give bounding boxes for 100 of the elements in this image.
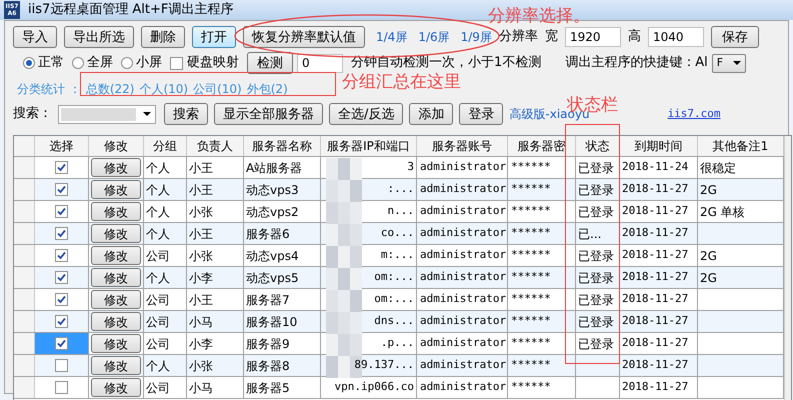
table-cell-text: ****** <box>511 247 551 264</box>
screen-split-link[interactable]: 1/9屏 <box>460 28 492 46</box>
table-cell: 小王 <box>187 157 244 178</box>
action-button[interactable]: 添加 <box>409 103 454 125</box>
table-cell: 服务器5 <box>244 377 321 398</box>
hotkey-label: 调出主程序的快捷键：Al <box>565 54 708 72</box>
screen-split-link[interactable]: 1/4屏 <box>376 28 408 46</box>
table-cell-text: 2G <box>700 270 717 286</box>
search-label: 搜索： <box>13 105 52 124</box>
table-cell: 服务器9 <box>244 333 321 354</box>
table-cell-text: 2G <box>700 182 717 198</box>
action-button[interactable]: 登录 <box>459 103 504 125</box>
table-cell-text: 2018-11-27 <box>622 335 688 352</box>
column-header[interactable]: 负责人 <box>187 136 244 156</box>
checkbox[interactable] <box>170 56 183 70</box>
column-header[interactable]: 服务器账号 <box>417 136 508 156</box>
table-cell-text: ****** <box>511 159 551 176</box>
width-field[interactable]: 1920 <box>564 27 621 47</box>
table-cell: 个人 <box>144 267 187 288</box>
hotkey-select[interactable]: F <box>712 54 746 72</box>
table-cell-text: m:... <box>380 247 414 264</box>
checkbox[interactable] <box>55 359 68 372</box>
table-cell-text: 2018-11-27 <box>622 357 688 374</box>
screen-split-link[interactable]: 1/6屏 <box>418 28 450 46</box>
edit-button[interactable]: 修改 <box>91 224 141 243</box>
column-header[interactable]: 到期时间 <box>620 136 698 156</box>
column-header[interactable]: 服务器IP和端口 <box>321 136 417 156</box>
table-cell-text: 89.137... <box>354 357 414 374</box>
table-cell-text: .p... <box>380 335 414 352</box>
radio-button[interactable] <box>23 57 35 69</box>
checkbox[interactable] <box>55 337 68 350</box>
edit-button[interactable]: 修改 <box>91 290 141 309</box>
select-cell[interactable] <box>35 333 89 354</box>
table-cell-text: 2018-11-27 <box>622 269 688 286</box>
action-button[interactable]: 搜索 <box>164 103 208 125</box>
checkmark-icon <box>57 163 66 172</box>
checkbox[interactable] <box>55 161 68 174</box>
checkbox[interactable] <box>55 293 68 306</box>
table-cell-text: 已登录 <box>578 314 614 330</box>
table-cell-text: 已... <box>578 226 602 242</box>
table-cell-text: 3 <box>407 159 414 176</box>
toolbar-button[interactable]: 导出所选 <box>64 26 134 48</box>
checkmark-icon <box>57 295 66 304</box>
website-link[interactable]: iis7.com <box>668 106 721 122</box>
table-cell-text: ****** <box>511 291 551 308</box>
toolbar-button[interactable]: 打开 <box>192 26 236 48</box>
search-combo[interactable] <box>58 104 156 124</box>
toolbar-button[interactable]: 删除 <box>141 26 185 48</box>
checkbox[interactable] <box>55 315 68 328</box>
checkbox[interactable] <box>55 205 68 218</box>
checkbox[interactable] <box>55 271 68 284</box>
table-cell-text: ****** <box>511 313 551 330</box>
toolbar-button[interactable]: 导入 <box>13 26 57 48</box>
annotation-text: 分辨率选择。 <box>488 5 590 28</box>
checkbox[interactable] <box>55 183 68 196</box>
action-button[interactable]: 显示全部服务器 <box>214 103 323 125</box>
table-cell: A站服务器 <box>244 157 321 178</box>
column-header[interactable]: 状态 <box>576 136 620 156</box>
action-button[interactable]: 全选/反选 <box>329 103 404 125</box>
edit-button[interactable]: 修改 <box>91 334 141 353</box>
edit-button[interactable]: 修改 <box>91 356 141 375</box>
checkmark-icon <box>57 229 66 238</box>
table-cell: 小王 <box>187 223 244 244</box>
edit-button[interactable]: 修改 <box>91 158 141 177</box>
detect-button[interactable]: 检测 <box>247 52 293 74</box>
height-label: 高 <box>628 28 641 46</box>
edit-button[interactable]: 修改 <box>91 180 141 199</box>
column-header[interactable]: 修改 <box>89 136 144 156</box>
radio-button[interactable] <box>72 57 84 69</box>
column-header[interactable]: 分组 <box>144 136 187 156</box>
radio-label: 小屏 <box>136 54 162 72</box>
edit-button[interactable]: 修改 <box>91 378 141 397</box>
radio-button[interactable] <box>121 57 133 69</box>
window-title: iis7远程桌面管理 Alt+F调出主程序 <box>28 1 234 20</box>
save-button[interactable]: 保存 <box>710 26 759 48</box>
column-header[interactable]: 选择 <box>35 136 89 156</box>
table-cell: 小王 <box>187 289 244 310</box>
height-field[interactable]: 1040 <box>648 27 704 47</box>
interval-field[interactable]: 0 <box>297 54 343 72</box>
column-header[interactable]: 服务器密 <box>508 136 576 156</box>
vertical-scrollbar[interactable] <box>784 136 791 400</box>
checkbox[interactable] <box>55 249 68 262</box>
edit-button[interactable]: 修改 <box>91 268 141 287</box>
checkmark-icon <box>57 207 66 216</box>
checkbox[interactable] <box>55 227 68 240</box>
edit-button[interactable]: 修改 <box>91 312 141 331</box>
table-cell-text: ****** <box>511 181 551 198</box>
edit-button[interactable]: 修改 <box>91 202 141 221</box>
dropdown-arrow-icon <box>732 61 741 65</box>
table-cell: 服务器7 <box>244 289 321 310</box>
table-cell-text: 很稳定 <box>700 160 736 176</box>
checkmark-icon <box>57 273 66 282</box>
checkbox[interactable] <box>55 381 68 394</box>
table-cell: 小李 <box>187 333 244 354</box>
edit-button[interactable]: 修改 <box>91 246 141 265</box>
column-header[interactable]: 服务器名称 <box>244 136 321 156</box>
table-cell-text: 2018-11-27 <box>622 313 688 330</box>
table-cell: 个人 <box>144 355 187 376</box>
toolbar-button[interactable]: 恢复分辨率默认值 <box>243 26 365 48</box>
table-cell-text: 2018-11-27 <box>622 203 688 220</box>
